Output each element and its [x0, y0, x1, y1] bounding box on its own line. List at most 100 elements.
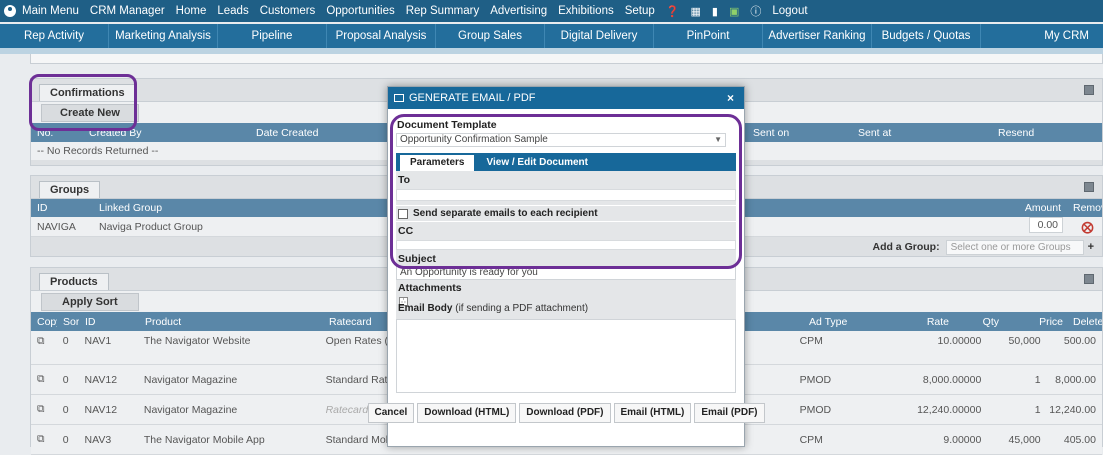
- apply-sort-button[interactable]: Apply Sort: [41, 293, 139, 311]
- price-value[interactable]: 500.00: [1041, 335, 1096, 347]
- tab-group-sales[interactable]: Group Sales: [436, 24, 545, 48]
- tab-digital-delivery[interactable]: Digital Delivery: [545, 24, 654, 48]
- qty-value[interactable]: 1: [981, 404, 1041, 416]
- doc-template-value: Opportunity Confirmation Sample: [400, 134, 548, 145]
- close-icon[interactable]: ×: [727, 91, 734, 105]
- separate-emails-row: Send separate emails to each recipient: [396, 205, 736, 221]
- nav-opportunities[interactable]: Opportunities: [326, 5, 394, 17]
- sort-value: 0: [62, 403, 69, 416]
- col-copy: Copy: [37, 315, 57, 328]
- to-row: To: [396, 171, 736, 205]
- content-frame-top: [30, 54, 1103, 64]
- qty-value[interactable]: 50,000: [981, 335, 1041, 347]
- collapse-icon[interactable]: [1084, 85, 1094, 95]
- nav-home[interactable]: Home: [176, 5, 207, 17]
- nav-leads[interactable]: Leads: [217, 5, 248, 17]
- add-group-plus-icon[interactable]: +: [1088, 241, 1094, 253]
- doc-template-select[interactable]: Opportunity Confirmation Sample ▼: [396, 133, 726, 147]
- nav-rep-summary[interactable]: Rep Summary: [406, 5, 480, 17]
- rate-value[interactable]: 12,240.00000: [892, 404, 981, 416]
- user-icon[interactable]: [4, 5, 16, 17]
- cc-field[interactable]: [396, 240, 736, 250]
- subject-field[interactable]: An Opportunity is ready for you: [396, 266, 736, 280]
- adtype-value[interactable]: PMOD: [794, 374, 893, 386]
- copy-icon[interactable]: ⧉: [31, 403, 57, 416]
- tab-marketing-analysis[interactable]: Marketing Analysis: [109, 24, 218, 48]
- download-html-button[interactable]: Download (HTML): [417, 403, 517, 423]
- product-id: NAV3: [84, 433, 112, 446]
- create-new-button[interactable]: Create New: [41, 104, 139, 122]
- adtype-value[interactable]: PMOD: [794, 404, 893, 416]
- separate-emails-checkbox[interactable]: [398, 208, 408, 219]
- nav-main-menu[interactable]: Main Menu: [22, 5, 79, 17]
- to-field[interactable]: [396, 189, 736, 201]
- delete-icon[interactable]: ⨂: [1096, 373, 1102, 387]
- chat-icon[interactable]: ▮: [712, 5, 718, 18]
- nav-logout[interactable]: Logout: [772, 5, 807, 17]
- to-label: To: [398, 174, 411, 186]
- cancel-button[interactable]: Cancel: [367, 403, 415, 423]
- tab-view-edit-document[interactable]: View / Edit Document: [474, 155, 600, 171]
- attachments-row: Attachments ∴: [396, 281, 736, 306]
- add-group-select[interactable]: Select one or more Groups: [945, 239, 1084, 255]
- col-resend: Resend: [998, 126, 1035, 139]
- tab-rep-activity[interactable]: Rep Activity: [0, 24, 109, 48]
- product-id: NAV1: [84, 335, 112, 347]
- help-icon[interactable]: ❓: [666, 5, 680, 18]
- adtype-value[interactable]: CPM: [794, 434, 893, 446]
- product-name: The Navigator Website: [143, 335, 251, 347]
- price-value[interactable]: 12,240.00: [1041, 404, 1096, 416]
- nav-exhibitions[interactable]: Exhibitions: [558, 5, 614, 17]
- group-id: NAVIGA: [37, 220, 76, 233]
- delete-icon[interactable]: ⨂: [1096, 433, 1102, 447]
- rate-value[interactable]: 8,000.00000: [892, 374, 981, 386]
- tab-proposal-analysis[interactable]: Proposal Analysis: [327, 24, 436, 48]
- sort-value: 0: [62, 335, 69, 347]
- copy-icon[interactable]: ⧉: [31, 335, 57, 348]
- products-tab[interactable]: Products: [39, 273, 109, 290]
- email-html-button[interactable]: Email (HTML): [613, 403, 692, 423]
- delete-icon[interactable]: ⨂: [1096, 335, 1102, 349]
- price-value[interactable]: 405.00: [1041, 434, 1096, 446]
- calendar-icon[interactable]: ▣: [729, 5, 739, 18]
- tab-pinpoint[interactable]: PinPoint: [654, 24, 763, 48]
- chevron-down-icon: ▼: [714, 135, 722, 144]
- info-icon[interactable]: ⓘ: [750, 3, 761, 19]
- nav-customers[interactable]: Customers: [260, 5, 316, 17]
- rate-value[interactable]: 10.00000: [892, 335, 982, 347]
- qty-value[interactable]: 1: [981, 374, 1041, 386]
- tab-parameters[interactable]: Parameters: [400, 155, 475, 171]
- remove-icon[interactable]: ⨂: [1076, 220, 1094, 234]
- nav-setup[interactable]: Setup: [625, 5, 655, 17]
- delete-icon[interactable]: ⨂: [1096, 403, 1102, 417]
- confirmations-tab[interactable]: Confirmations: [39, 84, 136, 101]
- email-pdf-button[interactable]: Email (PDF): [694, 403, 765, 423]
- sitemap-icon[interactable]: ▦: [691, 5, 701, 18]
- nav-crm-manager[interactable]: CRM Manager: [90, 5, 165, 17]
- collapse-icon[interactable]: [1084, 182, 1094, 192]
- col-delete: Delete: [1073, 315, 1102, 328]
- col-ad-type: Ad Type: [809, 315, 848, 328]
- rate-value[interactable]: 9.00000: [892, 434, 981, 446]
- dialog-titlebar: GENERATE EMAIL / PDF ×: [388, 87, 744, 109]
- tab-advertiser-ranking[interactable]: Advertiser Ranking: [763, 24, 872, 48]
- tab-budgets-quotas[interactable]: Budgets / Quotas: [872, 24, 981, 48]
- groups-tab[interactable]: Groups: [39, 181, 101, 198]
- collapse-icon[interactable]: [1084, 274, 1094, 284]
- col-id: ID: [85, 315, 96, 328]
- download-pdf-button[interactable]: Download (PDF): [519, 403, 611, 423]
- separate-emails-label: Send separate emails to each recipient: [413, 208, 598, 219]
- copy-icon[interactable]: ⧉: [31, 433, 57, 446]
- col-id: ID: [37, 202, 48, 214]
- nav-advertising[interactable]: Advertising: [490, 5, 547, 17]
- sort-value: 0: [62, 433, 69, 446]
- col-qty: Qty: [982, 315, 999, 328]
- group-amount[interactable]: 0.00: [1029, 217, 1063, 233]
- copy-icon[interactable]: ⧉: [31, 373, 57, 386]
- email-body-editor[interactable]: [396, 319, 736, 393]
- price-value[interactable]: 8,000.00: [1041, 374, 1096, 386]
- qty-value[interactable]: 45,000: [981, 434, 1041, 446]
- tab-pipeline[interactable]: Pipeline: [218, 24, 327, 48]
- tab-my-crm[interactable]: My CRM: [981, 24, 1103, 48]
- adtype-value[interactable]: CPM: [794, 335, 893, 347]
